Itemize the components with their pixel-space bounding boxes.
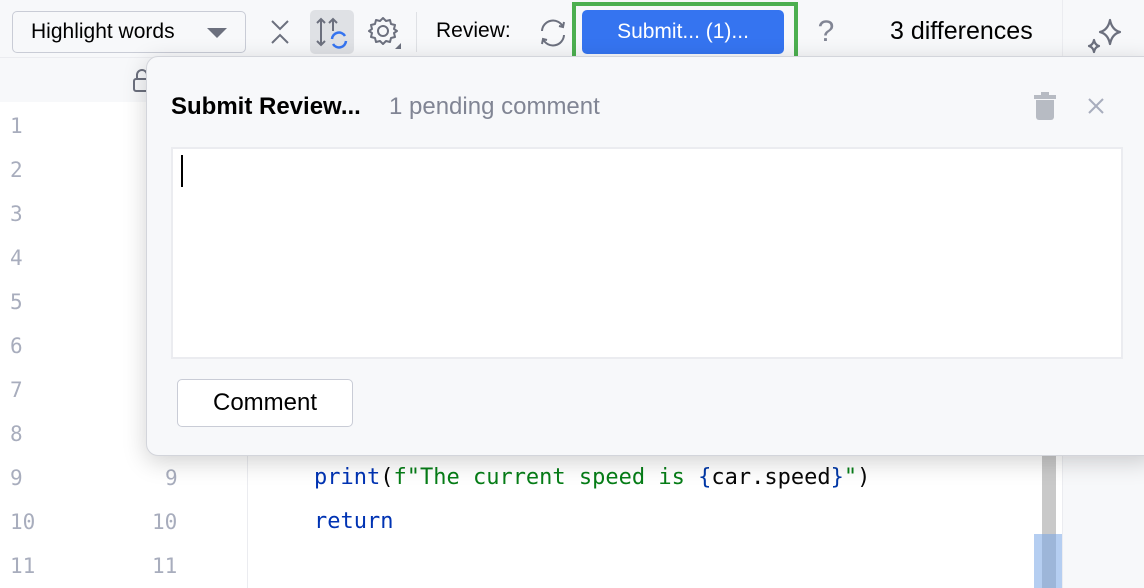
left-line-number: 6 bbox=[10, 334, 23, 358]
settings-button[interactable] bbox=[364, 12, 404, 52]
differences-count: 3 differences bbox=[890, 17, 1033, 45]
code-token: { bbox=[698, 465, 712, 490]
right-line-number: 9 bbox=[165, 466, 178, 490]
code-line: return bbox=[314, 500, 393, 544]
pending-comment-count: 1 pending comment bbox=[389, 93, 600, 120]
left-line-number: 11 bbox=[10, 554, 36, 578]
diff-toolbar: Highlight words Review: Submit... (1)...… bbox=[0, 0, 1144, 60]
ai-assistant-button[interactable] bbox=[1080, 14, 1128, 58]
close-icon bbox=[1088, 98, 1104, 114]
code-token: car.speed bbox=[711, 465, 831, 490]
submit-review-button[interactable]: Submit... (1)... bbox=[582, 10, 784, 54]
review-comment-input[interactable] bbox=[171, 147, 1123, 359]
left-line-number: 3 bbox=[10, 202, 23, 226]
text-cursor bbox=[181, 155, 183, 187]
refresh-review-button[interactable] bbox=[534, 14, 572, 52]
left-line-number: 9 bbox=[10, 466, 23, 490]
close-popup-button[interactable] bbox=[1083, 93, 1109, 119]
code-token: } bbox=[830, 465, 844, 490]
left-line-number: 5 bbox=[10, 290, 23, 314]
left-line-number: 10 bbox=[10, 510, 36, 534]
comment-button[interactable]: Comment bbox=[177, 379, 353, 427]
diff-viewer: Highlight words Review: Submit... (1)...… bbox=[0, 0, 1144, 588]
code-line: print(f"The current speed is {car.speed}… bbox=[314, 456, 870, 500]
trash-icon bbox=[1034, 92, 1056, 120]
gear-icon bbox=[368, 17, 401, 49]
collapse-unchanged-icon bbox=[271, 20, 289, 44]
highlight-mode-value: Highlight words bbox=[31, 20, 175, 43]
left-line-number: 8 bbox=[10, 422, 23, 446]
left-line-number: 4 bbox=[10, 246, 23, 270]
diff-change-marker bbox=[1034, 534, 1062, 588]
code-token: ) bbox=[857, 465, 871, 490]
code-token: f"The current speed is bbox=[393, 465, 699, 490]
left-line-number: 7 bbox=[10, 378, 23, 402]
collapse-unchanged-button[interactable] bbox=[262, 14, 298, 50]
toolbar-separator bbox=[416, 12, 417, 52]
highlight-mode-dropdown[interactable]: Highlight words bbox=[12, 11, 246, 53]
help-button[interactable]: ? bbox=[808, 12, 844, 52]
code-token: print bbox=[314, 465, 381, 490]
code-token: ( bbox=[380, 465, 394, 490]
left-line-number: 2 bbox=[10, 158, 23, 182]
review-label: Review: bbox=[436, 19, 511, 42]
right-line-number: 11 bbox=[152, 554, 178, 578]
refresh-icon bbox=[541, 19, 565, 47]
sync-scroll-icon bbox=[316, 17, 348, 49]
left-line-number: 1 bbox=[10, 114, 23, 138]
chevron-down-icon bbox=[207, 28, 227, 38]
right-line-number: 10 bbox=[152, 510, 178, 534]
sync-scroll-toggle[interactable] bbox=[310, 10, 354, 54]
popup-title: Submit Review... bbox=[171, 93, 361, 120]
submit-review-popup: Submit Review... 1 pending comment Comme… bbox=[146, 56, 1144, 456]
toolbar-separator-right bbox=[1062, 0, 1063, 58]
sparkle-icon bbox=[1087, 18, 1122, 54]
discard-review-button[interactable] bbox=[1031, 91, 1059, 121]
code-token: " bbox=[843, 465, 858, 490]
code-token: return bbox=[314, 509, 394, 534]
